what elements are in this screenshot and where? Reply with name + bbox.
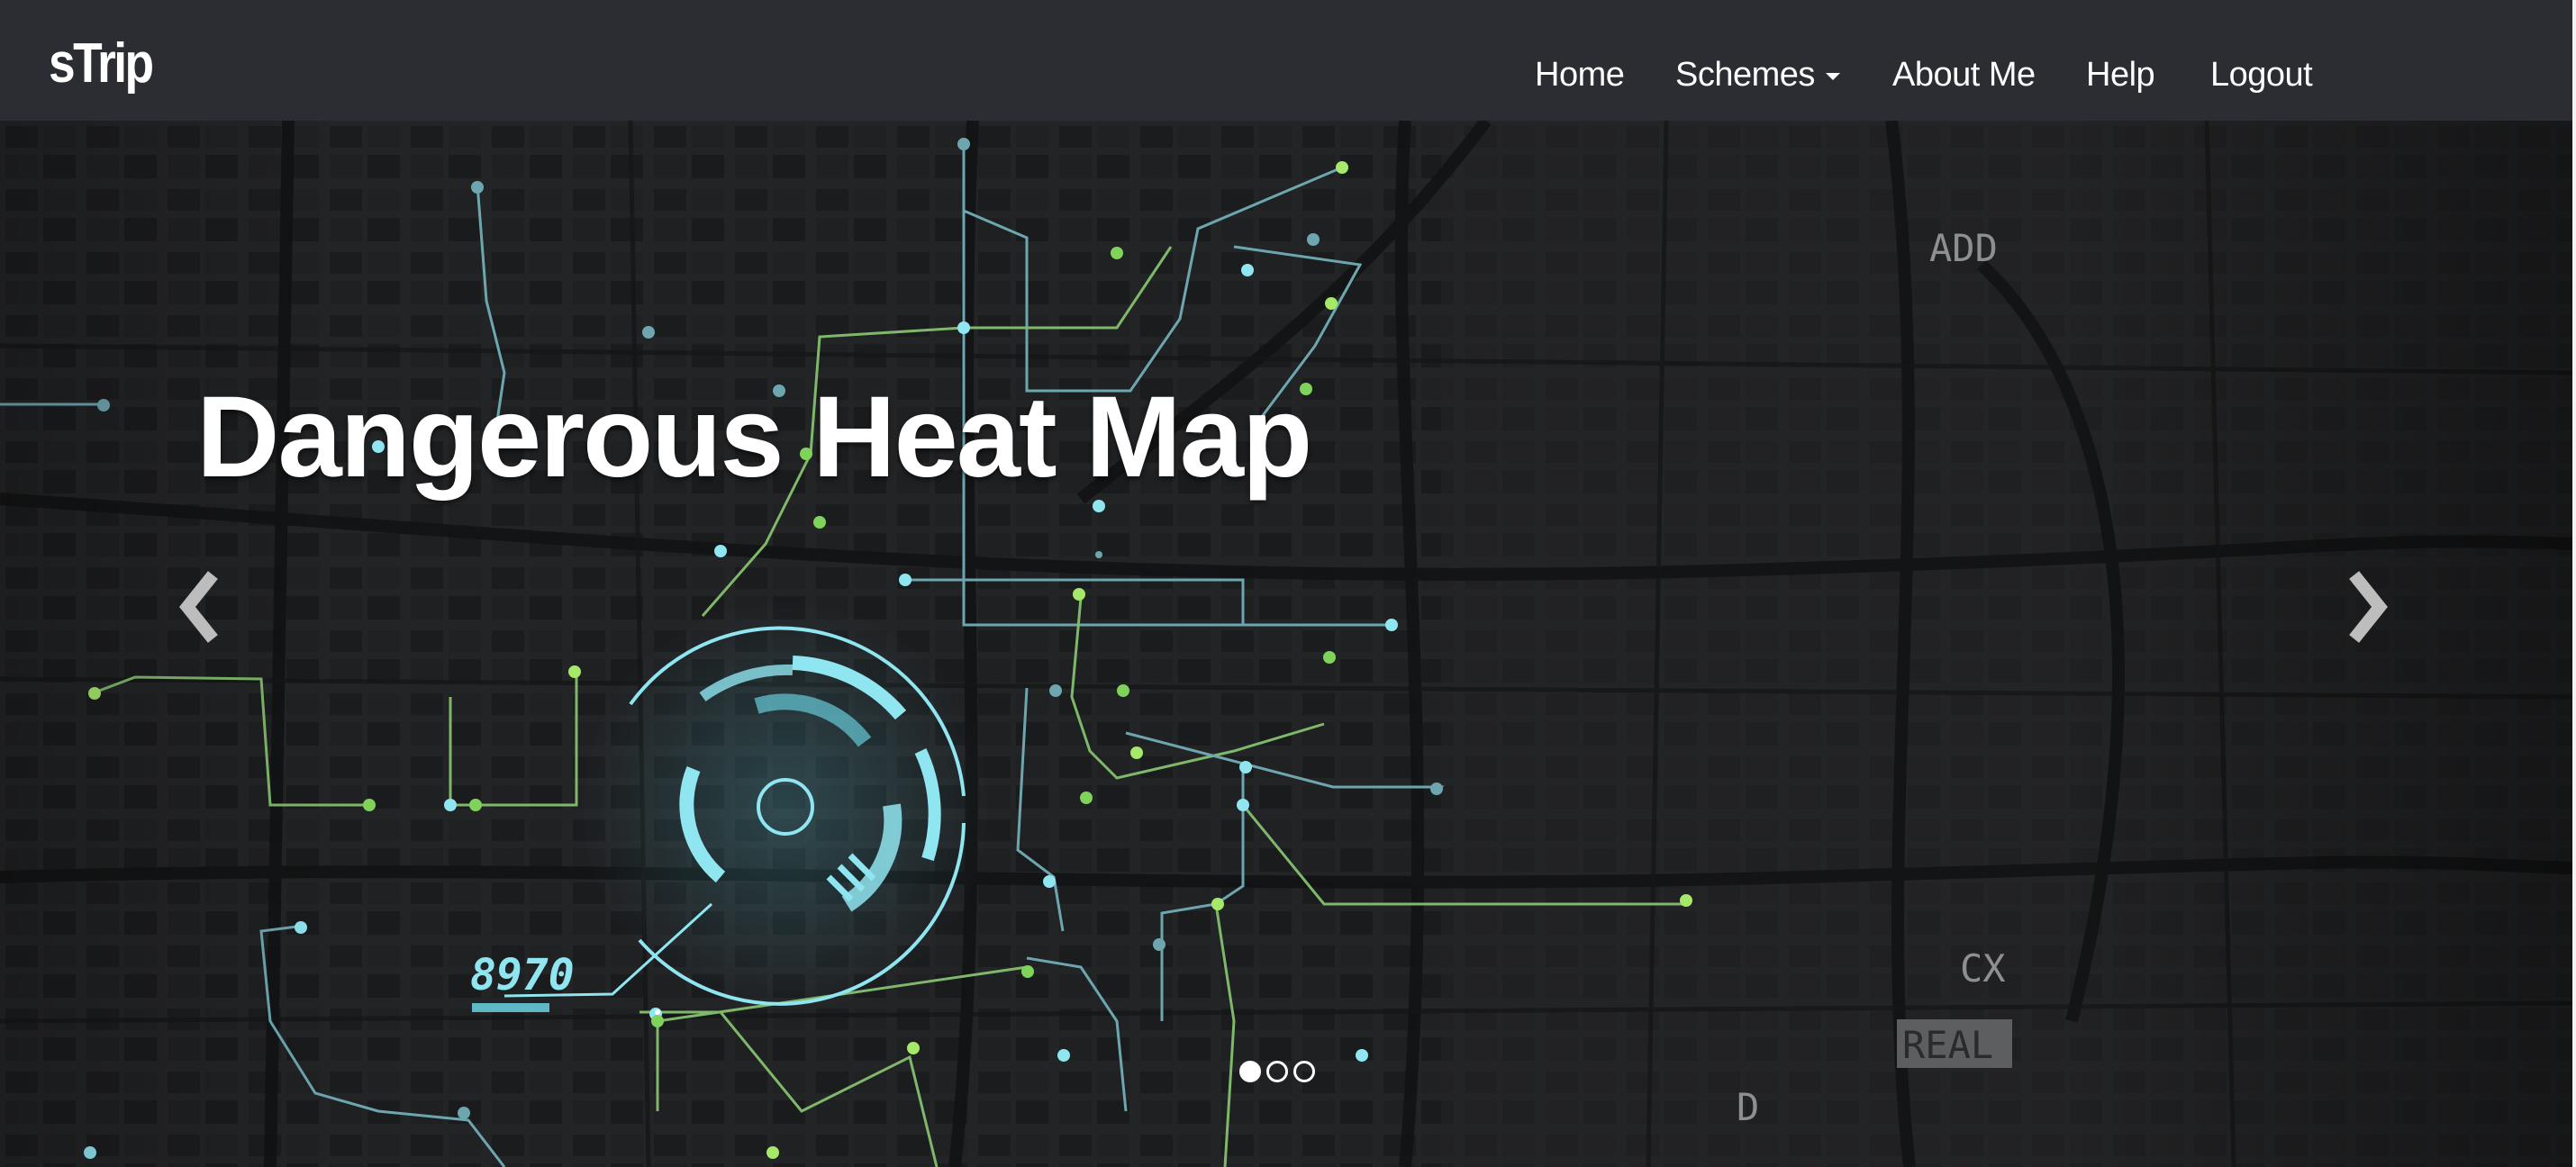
hud-counter-text: 8970 <box>470 950 575 1000</box>
carousel-prev-button[interactable] <box>162 562 234 652</box>
map-label-add: ADD <box>1929 226 1998 270</box>
caret-down-icon <box>1825 72 1840 80</box>
carousel-indicator-3[interactable] <box>1293 1061 1315 1082</box>
brand-logo[interactable]: sTrip <box>49 36 154 92</box>
page: sTrip Home Schemes About Me Help Logout <box>0 0 2572 1167</box>
carousel-indicator-2[interactable] <box>1266 1061 1288 1082</box>
map-label-d: D <box>1737 1085 1759 1129</box>
hero-carousel: 8970 ADD CX REAL D Dangerous Heat Map <box>0 121 2572 1167</box>
navbar: sTrip Home Schemes About Me Help Logout <box>0 0 2572 121</box>
nav-item-about-me[interactable]: About Me <box>1892 56 2036 95</box>
map-label-real: REAL <box>1902 1023 1993 1067</box>
chevron-right-icon <box>2349 571 2388 643</box>
window-edge <box>2572 0 2576 1167</box>
nav-item-home[interactable]: Home <box>1535 56 1625 95</box>
carousel-indicator-1[interactable] <box>1239 1061 1261 1082</box>
chevron-left-icon <box>179 571 218 643</box>
nav-item-logout[interactable]: Logout <box>2210 56 2313 95</box>
carousel-caption-title: Dangerous Heat Map <box>196 373 1312 502</box>
nav-item-help[interactable]: Help <box>2086 56 2155 95</box>
city-map-background: 8970 ADD CX REAL D <box>0 121 2572 1167</box>
map-label-cx: CX <box>1960 946 2006 991</box>
carousel-next-button[interactable] <box>2333 562 2405 652</box>
nav-item-schemes[interactable]: Schemes <box>1675 56 1840 95</box>
nav-item-schemes-label: Schemes <box>1675 56 1815 94</box>
